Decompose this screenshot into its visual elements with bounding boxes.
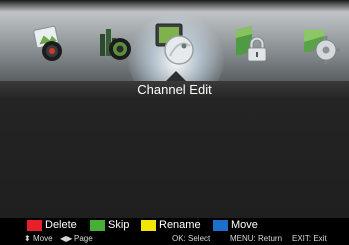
- rename-key[interactable]: Rename: [141, 219, 201, 231]
- selection-pointer: [166, 71, 186, 81]
- help-select: OK: Select: [172, 234, 211, 243]
- blue-key-swatch: [213, 219, 228, 231]
- sound-icon[interactable]: [94, 22, 138, 66]
- delete-label: Delete: [45, 219, 77, 231]
- help-exit: EXIT: Exit: [292, 234, 327, 243]
- skip-key[interactable]: Skip: [90, 219, 129, 231]
- help-bar: ⬍ Move ◀▶ Page OK: Select MENU: Return E…: [0, 232, 349, 245]
- osd-screen: Channel Edit Delete Skip Rename Move ⬍ M…: [0, 0, 349, 245]
- up-down-arrows-icon: ⬍: [24, 234, 31, 243]
- page-title: Channel Edit: [0, 81, 349, 98]
- move-key[interactable]: Move: [213, 219, 258, 231]
- skip-label: Skip: [108, 219, 130, 231]
- delete-key[interactable]: Delete: [27, 219, 77, 231]
- left-right-arrows-icon: ◀▶: [60, 234, 73, 243]
- green-key-swatch: [90, 219, 105, 231]
- yellow-key-swatch: [141, 219, 156, 231]
- lock-icon[interactable]: [228, 22, 272, 66]
- help-return: MENU: Return: [230, 234, 283, 243]
- channel-list[interactable]: [0, 98, 349, 218]
- red-key-swatch: [27, 219, 42, 231]
- rename-label: Rename: [159, 219, 201, 231]
- setup-icon[interactable]: [298, 22, 342, 66]
- help-move: Move: [33, 234, 53, 243]
- move-label: Move: [231, 219, 258, 231]
- picture-icon[interactable]: [28, 22, 72, 66]
- channel-icon[interactable]: [148, 16, 204, 72]
- main-menu-bar: [0, 0, 349, 81]
- color-key-legend: Delete Skip Rename Move: [0, 218, 349, 232]
- help-page: Page: [74, 234, 93, 243]
